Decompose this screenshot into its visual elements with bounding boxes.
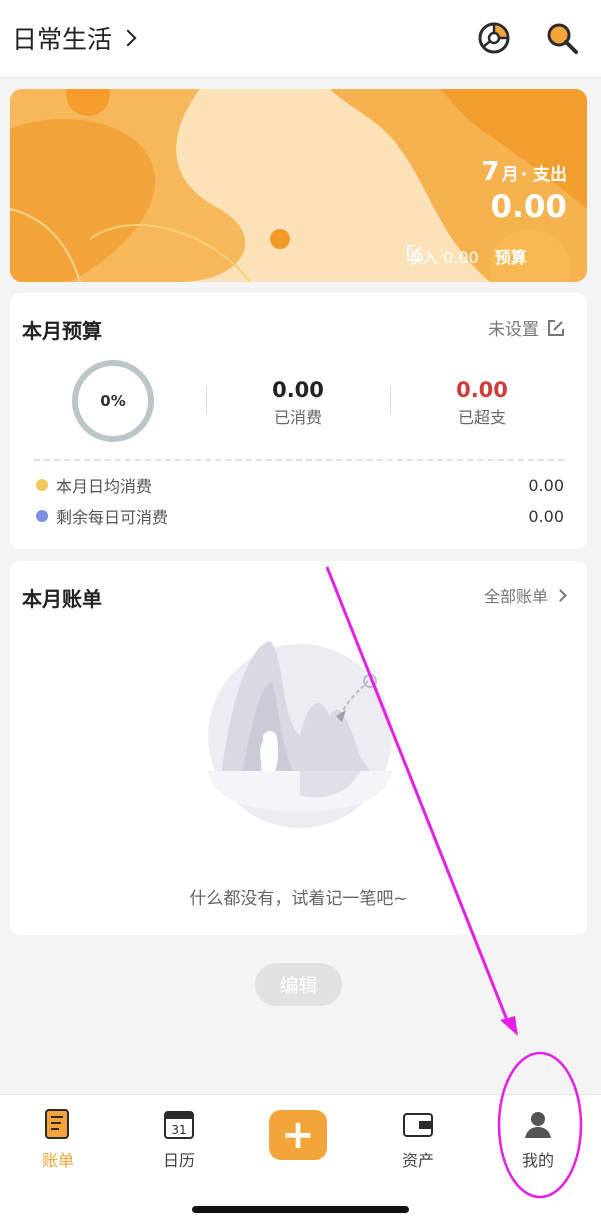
spent-stat: 0.00 已消费 xyxy=(272,378,324,427)
tab-bills[interactable]: 账单 xyxy=(8,1095,108,1185)
over-budget-stat: 0.00 已超支 xyxy=(456,378,508,427)
top-bar: 日常生活 xyxy=(0,0,601,78)
banner-expense-amount: 0.00 xyxy=(490,189,568,225)
divider xyxy=(390,386,391,414)
budget-progress-ring: 0% xyxy=(72,360,154,442)
profile-icon xyxy=(525,1112,551,1138)
edit-button[interactable]: 编辑 xyxy=(255,963,342,1006)
edit-icon xyxy=(548,319,564,336)
chevron-right-icon xyxy=(119,29,137,47)
budget-link[interactable]: 预算 xyxy=(407,244,527,268)
tab-assets[interactable]: 资产 xyxy=(368,1095,468,1185)
chevron-right-icon xyxy=(554,588,567,602)
all-bills-link[interactable]: 全部账单 xyxy=(484,583,567,607)
book-name: 日常生活 xyxy=(12,25,113,54)
divider xyxy=(206,386,207,414)
blue-dot-icon xyxy=(36,510,48,522)
budget-setting-button[interactable]: 未设置 xyxy=(488,315,565,340)
edit-icon xyxy=(407,245,423,261)
budget-title: 本月预算 xyxy=(22,319,102,343)
bills-card: 本月账单 全部账单 什么都没有，试着记一笔吧~ xyxy=(10,561,587,935)
book-selector[interactable]: 日常生活 xyxy=(12,20,137,56)
calendar-day-number: 31 xyxy=(171,1123,186,1137)
budget-card: 本月预算 未设置 0% 0.00 已消费 0.00 已超支 本月日均消费 0.0… xyxy=(10,293,587,549)
add-record-button[interactable]: + xyxy=(269,1110,327,1160)
bill-scroll-icon xyxy=(45,1109,69,1139)
tab-mine[interactable]: 我的 xyxy=(488,1095,588,1185)
calendar-icon: 31 xyxy=(164,1111,194,1139)
month-summary-banner[interactable]: 7 月 · 支出 0.00 收入 0.00 预算 xyxy=(10,89,587,282)
annotation-arrowhead xyxy=(500,1016,518,1036)
tab-calendar[interactable]: 31 日历 xyxy=(129,1095,229,1185)
home-indicator xyxy=(192,1206,409,1213)
banner-footer: 收入 0.00 预算 xyxy=(406,244,527,268)
statistics-chart-icon[interactable] xyxy=(476,20,512,56)
wallet-icon xyxy=(403,1113,433,1137)
daily-average-row: 本月日均消费 0.00 xyxy=(36,473,564,497)
empty-state-text: 什么都没有，试着记一笔吧~ xyxy=(189,889,408,909)
bills-title: 本月账单 xyxy=(22,587,102,611)
remaining-daily-row: 剩余每日可消费 0.00 xyxy=(36,504,564,528)
banner-month: 7 月 · 支出 xyxy=(481,157,567,187)
dashed-divider xyxy=(34,459,564,461)
search-icon[interactable] xyxy=(544,20,580,56)
yellow-dot-icon xyxy=(36,479,48,491)
empty-state-illustration xyxy=(208,641,392,828)
